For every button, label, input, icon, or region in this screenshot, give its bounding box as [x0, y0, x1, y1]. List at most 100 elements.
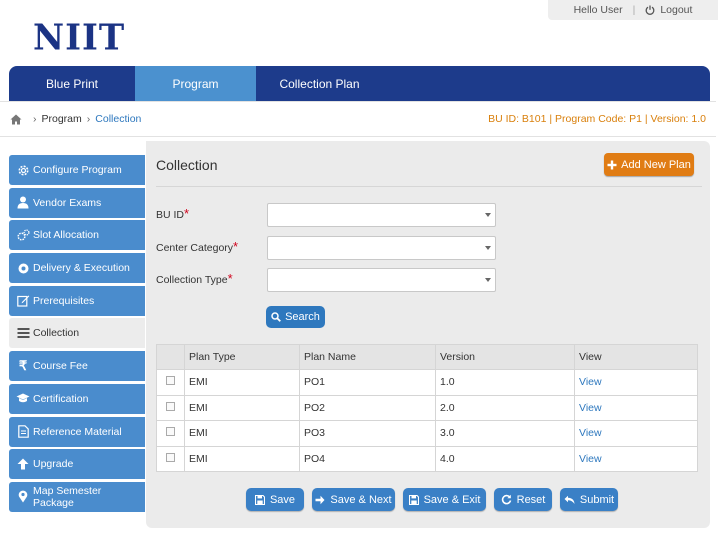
power-icon [645, 5, 655, 15]
reply-icon [564, 495, 575, 504]
plus-icon [607, 160, 617, 169]
sidebar: Configure Program Vendor Exams Slot Allo… [9, 155, 145, 515]
sidebar-item-label: Slot Allocation [33, 229, 99, 242]
center-category-select[interactable] [267, 236, 496, 260]
edit-icon [16, 294, 30, 308]
user-icon [16, 196, 30, 210]
view-link[interactable]: View [579, 427, 602, 439]
reset-button[interactable]: Reset [494, 488, 552, 511]
sidebar-item-upgrade[interactable]: Upgrade [9, 449, 145, 480]
collection-type-select[interactable] [267, 268, 496, 292]
sidebar-item-label: Prerequisites [33, 294, 95, 307]
plan-name-cell: PO2 [299, 394, 436, 422]
search-label: Search [285, 311, 320, 323]
column-header-view: View [574, 344, 698, 370]
greeting-text: Hello User [573, 4, 623, 16]
sidebar-item-label: Vendor Exams [33, 196, 102, 209]
tab-program[interactable]: Program [135, 66, 256, 101]
add-new-plan-button[interactable]: Add New Plan [604, 153, 694, 176]
page-title: Collection [156, 157, 218, 173]
version-cell: 4.0 [435, 445, 575, 473]
sidebar-item-course-fee[interactable]: ₹ Course Fee [9, 351, 145, 382]
sidebar-item-delivery-execution[interactable]: Delivery & Execution [9, 253, 145, 284]
niit-logo: NIIT [33, 17, 126, 59]
reset-label: Reset [516, 493, 546, 506]
gear-icon [16, 163, 30, 177]
sidebar-item-prerequisites[interactable]: Prerequisites [9, 285, 145, 316]
plans-table: Plan Type Plan Name Version View EMI PO1… [156, 344, 698, 473]
add-new-plan-label: Add New Plan [621, 158, 691, 171]
breadcrumb-collection: Collection [95, 113, 142, 125]
action-buttons: Save Save & Next Save & Exit Reset Submi… [246, 488, 618, 511]
chevron-down-icon [485, 213, 491, 217]
plan-type-cell: EMI [184, 420, 300, 447]
row-checkbox[interactable] [166, 453, 175, 463]
save-button[interactable]: Save [246, 488, 304, 511]
row-checkbox[interactable] [166, 401, 175, 411]
row-checkbox[interactable] [166, 376, 175, 386]
bu-id-select[interactable] [267, 203, 496, 227]
floppy-disk-icon [408, 494, 419, 505]
plan-type-cell: EMI [184, 394, 300, 422]
logout-button[interactable]: Logout [645, 4, 692, 16]
sidebar-item-vendor-exams[interactable]: Vendor Exams [9, 187, 145, 218]
row-checkbox-cell [156, 369, 185, 396]
save-exit-button[interactable]: Save & Exit [403, 488, 486, 511]
settings-icon [16, 261, 30, 275]
view-cell: View [574, 394, 698, 422]
list-icon [16, 326, 30, 340]
tab-collection-plan[interactable]: Collection Plan [256, 66, 383, 101]
sidebar-item-configure-program[interactable]: Configure Program [9, 155, 145, 185]
version-cell: 1.0 [435, 369, 575, 396]
submit-button[interactable]: Submit [560, 488, 618, 511]
save-next-button[interactable]: Save & Next [312, 488, 395, 511]
save-label: Save [269, 493, 296, 506]
rupee-icon: ₹ [18, 358, 28, 374]
row-checkbox-cell [156, 394, 185, 422]
graduation-cap-icon [16, 392, 30, 406]
view-cell: View [574, 445, 698, 473]
chevron-down-icon [485, 246, 491, 250]
table-header-row: Plan Type Plan Name Version View [156, 344, 698, 370]
floppy-disk-icon [254, 494, 265, 505]
sidebar-item-slot-allocation[interactable]: Slot Allocation [9, 220, 145, 251]
collection-type-label: Collection Type* [156, 271, 233, 286]
table-row: EMI PO2 2.0 View [156, 394, 698, 422]
view-link[interactable]: View [579, 402, 602, 414]
view-cell: View [574, 420, 698, 447]
breadcrumb-program[interactable]: Program [42, 113, 82, 125]
submit-label: Submit [579, 493, 615, 506]
sidebar-item-map-semester-package[interactable]: Map Semester Package [9, 481, 145, 512]
program-info: BU ID: B101 | Program Code: P1 | Version… [488, 113, 706, 125]
row-checkbox-cell [156, 445, 185, 473]
row-checkbox-cell [156, 420, 185, 447]
plan-type-cell: EMI [184, 445, 300, 473]
save-exit-label: Save & Exit [423, 493, 481, 506]
arrow-up-icon [16, 457, 30, 471]
column-header-version: Version [435, 344, 575, 370]
sidebar-item-certification[interactable]: Certification [9, 383, 145, 414]
search-button[interactable]: Search [266, 306, 325, 328]
column-header-plan-name: Plan Name [299, 344, 436, 370]
plan-name-cell: PO3 [299, 420, 436, 447]
document-icon [16, 425, 30, 439]
chevron-down-icon [485, 278, 491, 282]
sidebar-item-collection[interactable]: Collection [9, 318, 145, 349]
tab-blue-print[interactable]: Blue Print [9, 66, 135, 101]
map-marker-icon [16, 490, 30, 504]
sidebar-item-reference-material[interactable]: Reference Material [9, 416, 145, 447]
view-link[interactable]: View [579, 453, 602, 465]
sidebar-item-label: Map Semester Package [33, 484, 102, 509]
user-bar: Hello User | Logout [548, 0, 718, 20]
version-cell: 3.0 [435, 420, 575, 447]
view-link[interactable]: View [579, 376, 602, 388]
sidebar-item-label: Reference Material [33, 425, 122, 438]
view-cell: View [574, 369, 698, 396]
home-icon[interactable] [10, 114, 22, 125]
chevron-right-icon: › [86, 113, 91, 125]
refresh-icon [501, 494, 511, 505]
sidebar-item-label: Certification [33, 392, 89, 405]
sidebar-item-label: Upgrade [33, 458, 74, 471]
row-checkbox[interactable] [166, 427, 175, 437]
sidebar-item-label: Delivery & Execution [33, 262, 130, 275]
